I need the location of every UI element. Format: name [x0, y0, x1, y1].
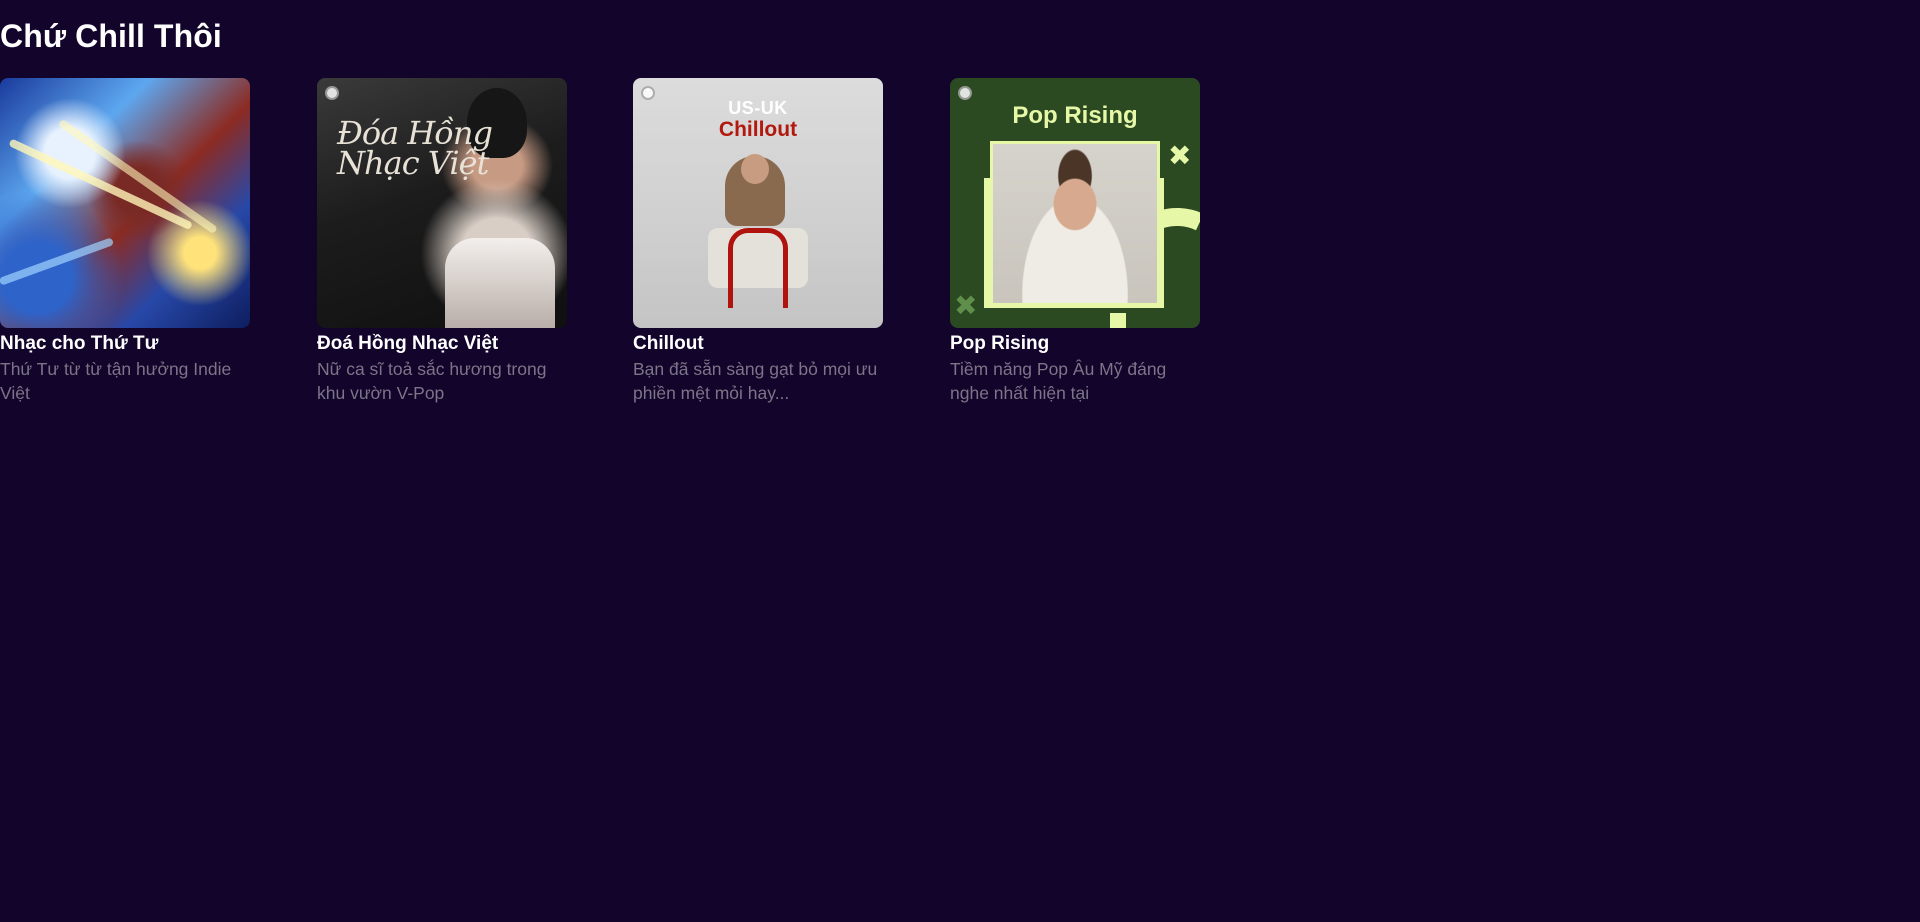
- playlist-description: Nữ ca sĩ toả sắc hương trong khu vườn V-…: [317, 359, 547, 403]
- playlist-title[interactable]: Đoá Hồng Nhạc Việt: [317, 332, 567, 355]
- playlist-description: Bạn đã sẵn sàng gạt bỏ mọi ưu phiền mệt …: [633, 359, 878, 403]
- cover-art-decor: [1110, 313, 1126, 328]
- playlist-cover-image[interactable]: Pop Rising ✖ ✖: [950, 78, 1200, 328]
- playlist-title[interactable]: Pop Rising: [950, 332, 1200, 355]
- cover-art-figure: [741, 154, 769, 184]
- x-mark-icon: ✖: [954, 290, 978, 321]
- playlist-description: Tiềm năng Pop Âu Mỹ đáng nghe nhất hiện …: [950, 359, 1167, 403]
- playlist-description: Thứ Tư từ từ tận hưởng Indie Việt: [0, 359, 232, 403]
- x-mark-icon: ✖: [1168, 140, 1192, 171]
- playlist-card-chillout[interactable]: US-UK Chillout Chillout Bạn đã sẵn sàng …: [633, 78, 883, 405]
- cover-art-photo: [990, 141, 1160, 306]
- playlist-title[interactable]: Nhạc cho Thứ Tư: [0, 332, 250, 355]
- spotify-logo-icon: [325, 86, 339, 100]
- spotify-logo-icon: [958, 86, 972, 100]
- playlist-card-pop-rising[interactable]: Pop Rising ✖ ✖ Pop Rising Tiềm năng Pop …: [950, 78, 1200, 405]
- playlist-cover-image[interactable]: Đóa Hồng Nhạc Việt: [317, 78, 567, 328]
- playlist-cover-image[interactable]: [0, 78, 250, 328]
- playlist-card-doa-hong-nhac-viet[interactable]: Đóa Hồng Nhạc Việt Đoá Hồng Nhạc Việt Nữ…: [317, 78, 567, 405]
- cover-art-streak: [0, 237, 115, 286]
- cover-text-top: US-UK: [728, 98, 788, 118]
- playlist-cover-image[interactable]: US-UK Chillout: [633, 78, 883, 328]
- cover-text-main: Chillout: [718, 118, 798, 141]
- cover-art-figure: [445, 238, 555, 328]
- playlist-card-nhac-cho-thu-tu[interactable]: Nhạc cho Thứ Tư Thứ Tư từ từ tận hưởng I…: [0, 78, 250, 405]
- cover-art-chair: [728, 228, 788, 308]
- cover-text: Pop Rising: [1012, 102, 1138, 129]
- cover-text: Đóa Hồng Nhạc Việt: [337, 114, 493, 182]
- section-title[interactable]: Chứ Chill Thôi: [0, 18, 222, 55]
- playlist-title[interactable]: Chillout: [633, 332, 883, 355]
